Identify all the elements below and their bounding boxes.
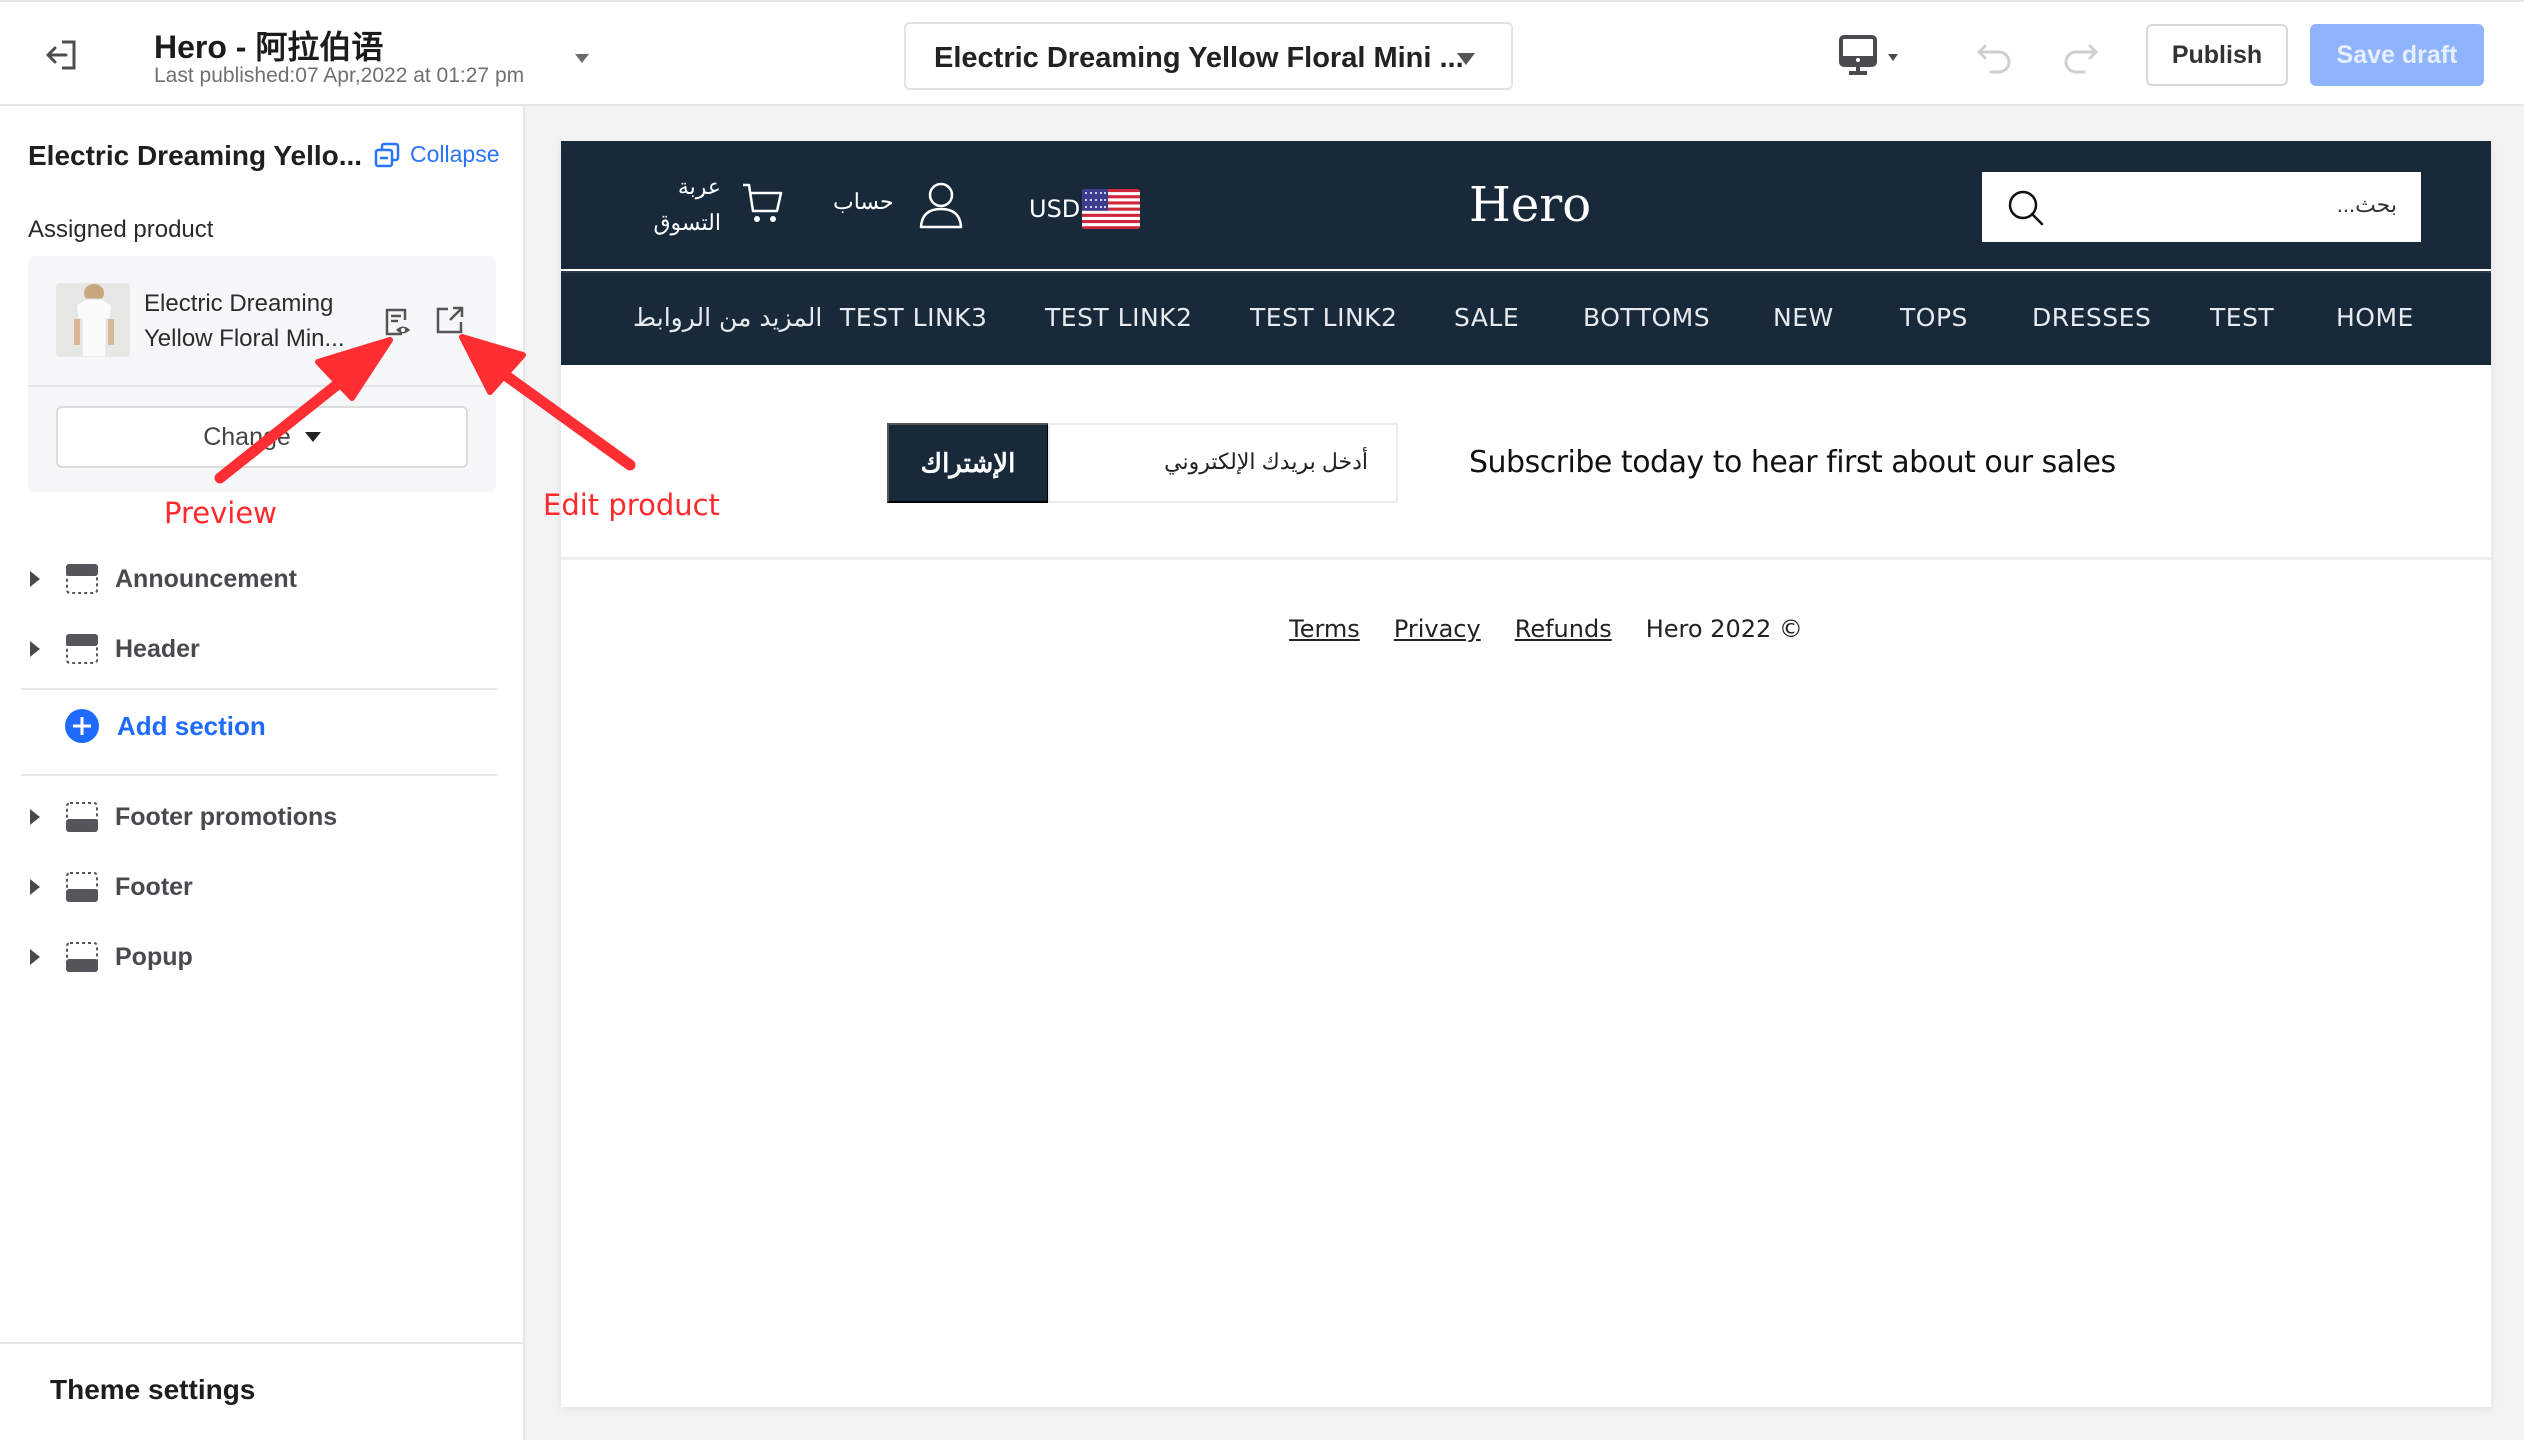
store-header: عربة التسوق حساب USD Hero بحث... bbox=[561, 141, 2491, 269]
newsletter-email-input[interactable]: أدخل بريدك الإلكتروني bbox=[1048, 423, 1398, 503]
nav-link[interactable]: DRESSES bbox=[2032, 303, 2151, 332]
cart-icon[interactable] bbox=[741, 181, 785, 225]
annotation-preview: Preview bbox=[164, 496, 277, 530]
nav-link[interactable]: TEST LINK3 bbox=[840, 303, 987, 332]
theme-settings-button[interactable]: Theme settings bbox=[0, 1342, 523, 1440]
undo-button[interactable] bbox=[1975, 38, 2015, 74]
site-title: Hero - 阿拉伯语 bbox=[154, 29, 384, 65]
section-top-icon bbox=[66, 634, 98, 664]
exit-button[interactable] bbox=[42, 38, 82, 72]
section-top-icon bbox=[66, 564, 98, 594]
change-product-button[interactable]: Change bbox=[56, 406, 468, 468]
add-section-label: Add section bbox=[117, 710, 266, 741]
search-icon bbox=[2008, 190, 2044, 226]
section-header[interactable]: Header bbox=[0, 624, 500, 674]
collapse-button[interactable]: Collapse bbox=[374, 141, 500, 168]
section-label: Header bbox=[115, 634, 200, 663]
store-nav: المزيد من الروابط TEST LINK3 TEST LINK2 … bbox=[561, 271, 2491, 365]
desktop-icon bbox=[1839, 35, 1898, 75]
section-label: Announcement bbox=[115, 564, 297, 593]
top-bar: Hero - 阿拉伯语 Last published:07 Apr,2022 a… bbox=[0, 0, 2524, 106]
section-bottom-icon bbox=[66, 942, 98, 972]
caret-down-icon[interactable] bbox=[575, 54, 589, 63]
us-flag-icon bbox=[1082, 189, 1141, 229]
collapse-label: Collapse bbox=[410, 141, 500, 167]
email-placeholder: أدخل بريدك الإلكتروني bbox=[1164, 449, 1368, 474]
divider bbox=[28, 385, 496, 387]
section-bottom-icon bbox=[66, 802, 98, 832]
copyright: Hero 2022 © bbox=[1645, 615, 1803, 643]
section-footer[interactable]: Footer bbox=[0, 862, 500, 912]
footer-link-privacy[interactable]: Privacy bbox=[1394, 615, 1481, 643]
newsletter-text: Subscribe today to hear first about our … bbox=[1469, 445, 2116, 480]
section-label: Footer promotions bbox=[115, 802, 338, 831]
theme-settings-label: Theme settings bbox=[50, 1374, 256, 1405]
preview-icon bbox=[385, 308, 410, 336]
divider bbox=[21, 774, 497, 776]
store-search-input[interactable]: بحث... bbox=[1982, 172, 2421, 242]
nav-link[interactable]: SALE bbox=[1454, 303, 1519, 332]
add-section-button[interactable]: Add section bbox=[65, 706, 266, 746]
expand-arrow-icon[interactable] bbox=[30, 571, 40, 587]
nav-link[interactable]: HOME bbox=[2336, 303, 2414, 332]
device-toggle[interactable] bbox=[1838, 34, 1906, 78]
section-bottom-icon bbox=[66, 872, 98, 902]
divider bbox=[561, 557, 2491, 560]
preview-product-button[interactable] bbox=[382, 306, 414, 338]
annotation-edit-product: Edit product bbox=[543, 488, 720, 522]
external-link-icon bbox=[436, 306, 464, 334]
store-logo[interactable]: Hero bbox=[1469, 177, 1591, 233]
section-label: Popup bbox=[115, 942, 193, 971]
account-label[interactable]: حساب bbox=[833, 189, 894, 215]
currency-code: USD bbox=[1029, 195, 1081, 223]
nav-link[interactable]: TOPS bbox=[1900, 303, 1968, 332]
nav-link[interactable]: TEST LINK2 bbox=[1045, 303, 1192, 332]
expand-arrow-icon[interactable] bbox=[30, 949, 40, 965]
exit-icon bbox=[46, 40, 76, 70]
save-draft-button[interactable]: Save draft bbox=[2310, 24, 2484, 86]
page-select[interactable]: Electric Dreaming Yellow Floral Mini ... bbox=[904, 22, 1513, 90]
section-footer-promotions[interactable]: Footer promotions bbox=[0, 792, 500, 842]
footer-links: Terms Privacy Refunds Hero 2022 © bbox=[561, 615, 2491, 643]
nav-link[interactable]: TEST bbox=[2210, 303, 2274, 332]
assigned-product-card: Electric Dreaming Yellow Floral Min... C… bbox=[28, 256, 496, 492]
section-popup[interactable]: Popup bbox=[0, 932, 500, 982]
assigned-product-label: Assigned product bbox=[28, 216, 214, 243]
product-name: Electric Dreaming Yellow Floral Min... bbox=[144, 290, 345, 352]
redo-button[interactable] bbox=[2060, 38, 2100, 74]
section-announcement[interactable]: Announcement bbox=[0, 554, 500, 604]
nav-link[interactable]: BOTTOMS bbox=[1583, 303, 1710, 332]
undo-icon bbox=[1977, 44, 2011, 74]
nav-link-more[interactable]: المزيد من الروابط bbox=[633, 303, 822, 332]
sidebar-title: Electric Dreaming Yello... bbox=[28, 140, 363, 171]
page-select-value: Electric Dreaming Yellow Floral Mini ... bbox=[934, 42, 1464, 74]
expand-arrow-icon[interactable] bbox=[30, 809, 40, 825]
collapse-icon bbox=[374, 142, 400, 167]
currency-selector[interactable]: USD bbox=[1029, 189, 1141, 229]
cart-label[interactable]: عربة التسوق bbox=[649, 169, 721, 241]
footer-link-refunds[interactable]: Refunds bbox=[1515, 615, 1612, 643]
edit-product-button[interactable] bbox=[434, 304, 466, 336]
caret-down-icon bbox=[1457, 53, 1475, 65]
section-label: Footer bbox=[115, 872, 193, 901]
nav-link[interactable]: NEW bbox=[1773, 303, 1834, 332]
subscribe-button[interactable]: الإشتراك bbox=[887, 423, 1049, 503]
change-label: Change bbox=[203, 422, 291, 451]
expand-arrow-icon[interactable] bbox=[30, 641, 40, 657]
caret-down-icon bbox=[304, 432, 321, 442]
plus-circle-icon bbox=[65, 709, 99, 743]
search-placeholder: بحث... bbox=[2336, 192, 2397, 217]
sidebar: Electric Dreaming Yello... Collapse Assi… bbox=[0, 106, 525, 1440]
last-published: Last published:07 Apr,2022 at 01:27 pm bbox=[154, 64, 525, 87]
redo-icon bbox=[2064, 44, 2098, 74]
expand-arrow-icon[interactable] bbox=[30, 879, 40, 895]
nav-link[interactable]: TEST LINK2 bbox=[1250, 303, 1397, 332]
product-thumbnail bbox=[56, 283, 130, 357]
divider bbox=[21, 688, 497, 690]
store-preview: عربة التسوق حساب USD Hero بحث... المزيد … bbox=[561, 141, 2491, 1407]
account-icon[interactable] bbox=[918, 181, 964, 229]
footer-link-terms[interactable]: Terms bbox=[1289, 615, 1360, 643]
publish-button[interactable]: Publish bbox=[2146, 24, 2288, 86]
